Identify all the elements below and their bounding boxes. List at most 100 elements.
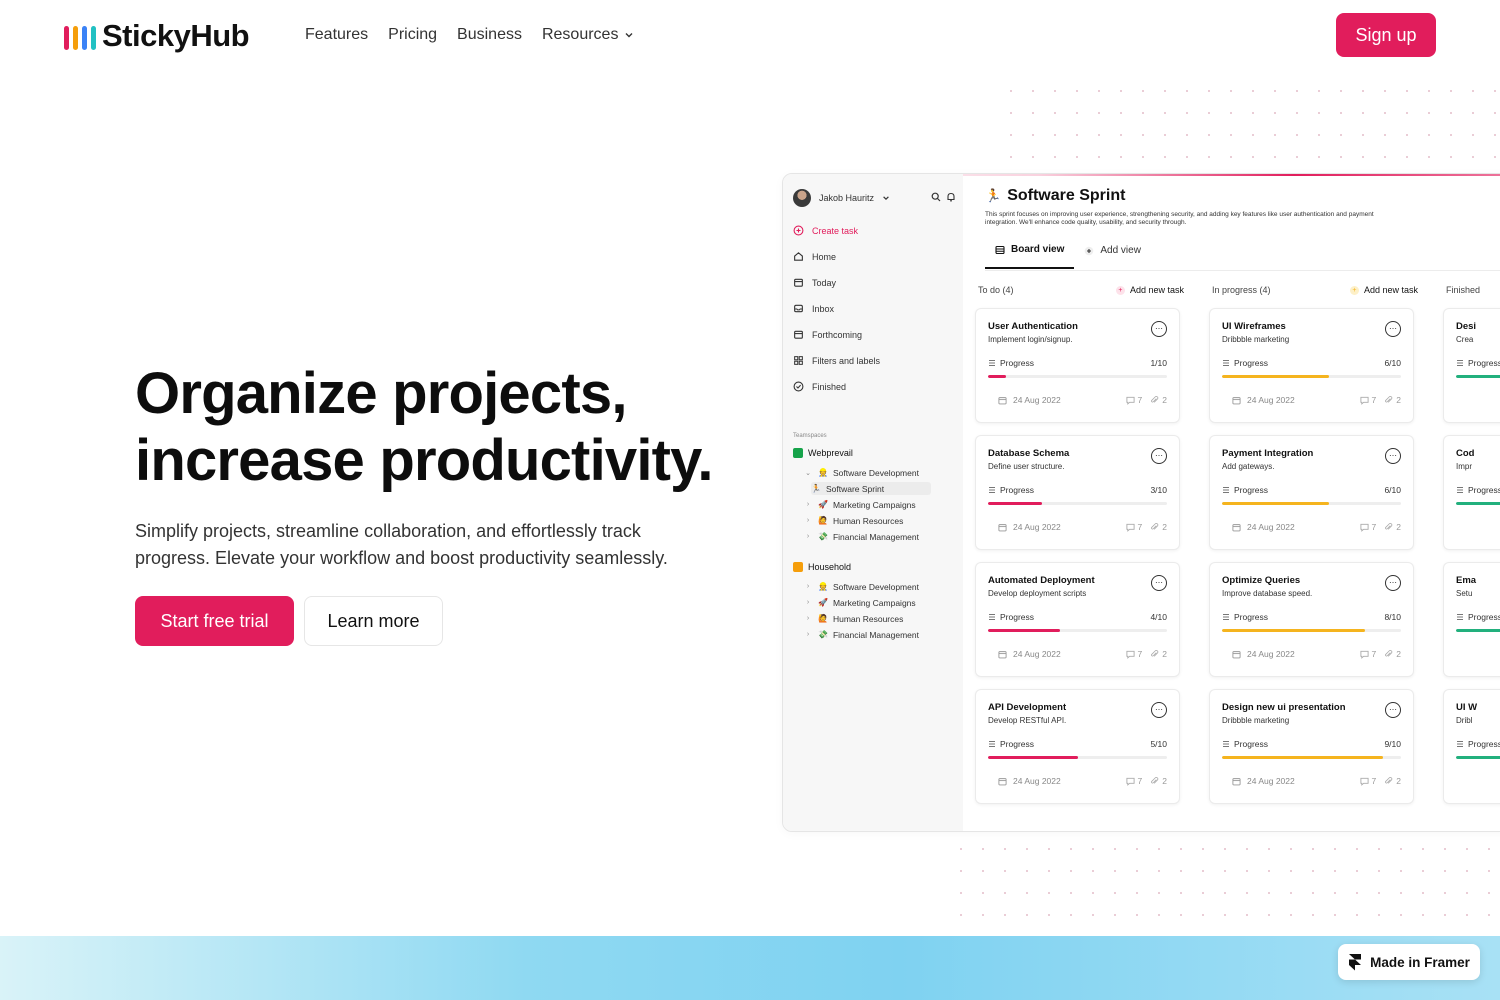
signup-button[interactable]: Sign up <box>1336 13 1436 57</box>
comments-count-text: 7 <box>1137 776 1143 786</box>
nav-link-features[interactable]: Features <box>305 26 368 44</box>
team-item-marketing-campaigns[interactable]: › 🚀 Marketing Campaigns <box>803 498 931 511</box>
progress-label: Progress <box>1222 739 1268 749</box>
progress-label: Progress <box>988 485 1034 495</box>
team-item-financial-management[interactable]: › 💸 Financial Management <box>803 530 931 543</box>
nav-link-pricing[interactable]: Pricing <box>388 26 437 44</box>
progress-bar <box>1222 756 1401 759</box>
board-area: 🏃 Software Sprint This sprint focuses on… <box>963 174 1500 831</box>
more-options-icon[interactable]: ⋯ <box>1151 702 1167 718</box>
hero-subtitle: Simplify projects, streamline collaborat… <box>135 521 668 568</box>
task-card[interactable]: Ema Setu ⋯ Progress <box>1443 562 1500 677</box>
team-item-human-resources[interactable]: › 🙋 Human Resources <box>803 514 931 527</box>
more-options-icon[interactable]: ⋯ <box>1151 321 1167 337</box>
tab-board-view[interactable]: Board view <box>985 244 1075 269</box>
more-options-icon[interactable]: ⋯ <box>1385 321 1401 337</box>
task-card[interactable]: UI W Dribl ⋯ Progress <box>1443 689 1500 804</box>
progress-label: Progress <box>1456 612 1500 622</box>
progress-label: Progress <box>1222 485 1268 495</box>
task-card[interactable]: Design new ui presentation Dribbble mark… <box>1209 689 1414 804</box>
task-card[interactable]: Automated Deployment Develop deployment … <box>975 562 1180 677</box>
task-card[interactable]: User Authentication Implement login/sign… <box>975 308 1180 423</box>
made-in-framer-badge[interactable]: Made in Framer <box>1338 944 1480 980</box>
app-sidebar: Jakob Hauritz Create task Home Today Inb… <box>783 174 963 831</box>
sidebar-item-home[interactable]: Home <box>793 251 836 262</box>
check-circle-icon <box>793 381 804 392</box>
add-new-task-button[interactable]: + Add new task <box>1349 285 1418 295</box>
task-card[interactable]: Optimize Queries Improve database speed.… <box>1209 562 1414 677</box>
comments-count-text: 7 <box>1137 649 1143 659</box>
emoji-icon: 🚀 <box>818 500 828 509</box>
task-card[interactable]: UI Wireframes Dribbble marketing ⋯ Progr… <box>1209 308 1414 423</box>
task-title: Design new ui presentation <box>1222 702 1346 713</box>
chevron-right-icon: › <box>806 517 810 524</box>
sidebar-item-today[interactable]: Today <box>793 277 836 288</box>
logo[interactable]: StickyHub <box>64 18 250 54</box>
sidebar-item-filters[interactable]: Filters and labels <box>793 355 880 366</box>
progress-bar-fill <box>988 375 1006 378</box>
due-date-text: 24 Aug 2022 <box>1247 395 1295 405</box>
calendar-icon <box>794 278 803 287</box>
task-meta: 7 2 <box>1125 395 1167 405</box>
team-item-software-development[interactable]: ⌄ 👷 Software Development <box>803 466 931 479</box>
framer-logo-icon <box>1349 954 1362 971</box>
user-menu[interactable]: Jakob Hauritz <box>793 189 890 207</box>
team-webprevail[interactable]: Webprevail <box>793 448 853 458</box>
task-card[interactable]: Payment Integration Add gateways. ⋯ Prog… <box>1209 435 1414 550</box>
progress-label-text: Progress <box>1234 485 1269 495</box>
nav-link-business[interactable]: Business <box>457 26 522 44</box>
team-household[interactable]: Household <box>793 562 851 572</box>
progress-bar-fill <box>1222 375 1330 378</box>
sidebar-item-create-task[interactable]: Create task <box>793 225 858 236</box>
learn-more-button[interactable]: Learn more <box>304 596 443 646</box>
due-date: 24 Aug 2022 <box>998 776 1061 786</box>
task-card[interactable]: Cod Impr ⋯ Progress <box>1443 435 1500 550</box>
more-options-icon[interactable]: ⋯ <box>1385 448 1401 464</box>
progress-bar <box>988 375 1167 378</box>
task-card[interactable]: Database Schema Define user structure. ⋯… <box>975 435 1180 550</box>
list-icon <box>1457 614 1463 620</box>
plus-icon: + <box>1115 285 1125 295</box>
comment-icon <box>1359 523 1369 532</box>
team-item-financial-management[interactable]: › 💸 Financial Management <box>803 628 931 641</box>
tab-add-view[interactable]: Add view <box>1074 244 1151 269</box>
team-item-label: Human Resources <box>832 515 904 526</box>
nav-link-resources[interactable]: Resources <box>542 26 634 44</box>
progress-label: Progress <box>1222 612 1268 622</box>
due-date-text: 24 Aug 2022 <box>1013 649 1061 659</box>
task-title: User Authentication <box>988 321 1078 332</box>
comments-count: 7 <box>1125 395 1142 405</box>
add-new-task-button[interactable]: + Add new task <box>1115 285 1184 295</box>
progress-bar-fill <box>988 502 1042 505</box>
progress-bar <box>1222 375 1401 378</box>
sidebar-item-label: Forthcoming <box>812 329 863 340</box>
sidebar-item-forthcoming[interactable]: Forthcoming <box>793 329 862 340</box>
start-free-trial-button[interactable]: Start free trial <box>135 596 294 646</box>
bell-icon[interactable] <box>946 192 956 202</box>
sidebar-item-finished[interactable]: Finished <box>793 381 846 392</box>
progress-bar-fill <box>1456 629 1500 632</box>
progress-bar <box>1222 629 1401 632</box>
task-subtitle: Develop RESTful API. <box>988 716 1067 725</box>
calendar-icon <box>998 777 1007 785</box>
sidebar-item-label: Create task <box>812 225 859 236</box>
team-item-software-sprint[interactable]: 🏃 Software Sprint <box>811 482 931 495</box>
search-icon[interactable] <box>931 192 941 202</box>
chevron-down-icon <box>883 196 889 201</box>
home-icon <box>794 252 803 261</box>
task-card[interactable]: Desi Crea ⋯ Progress <box>1443 308 1500 423</box>
tabs-divider <box>985 270 1500 271</box>
team-item-marketing-campaigns[interactable]: › 🚀 Marketing Campaigns <box>803 596 931 609</box>
chevron-right-icon: › <box>806 631 810 638</box>
sidebar-item-inbox[interactable]: Inbox <box>793 303 834 314</box>
team-item-software-development[interactable]: › 👷 Software Development <box>803 580 931 593</box>
team-item-human-resources[interactable]: › 🙋 Human Resources <box>803 612 931 625</box>
brand-name: StickyHub <box>102 18 250 53</box>
task-card[interactable]: API Development Develop RESTful API. ⋯ P… <box>975 689 1180 804</box>
progress-label-text: Progress <box>1000 612 1035 622</box>
runner-icon: 🏃 <box>985 188 1002 203</box>
more-options-icon[interactable]: ⋯ <box>1151 575 1167 591</box>
more-options-icon[interactable]: ⋯ <box>1385 575 1401 591</box>
more-options-icon[interactable]: ⋯ <box>1151 448 1167 464</box>
more-options-icon[interactable]: ⋯ <box>1385 702 1401 718</box>
